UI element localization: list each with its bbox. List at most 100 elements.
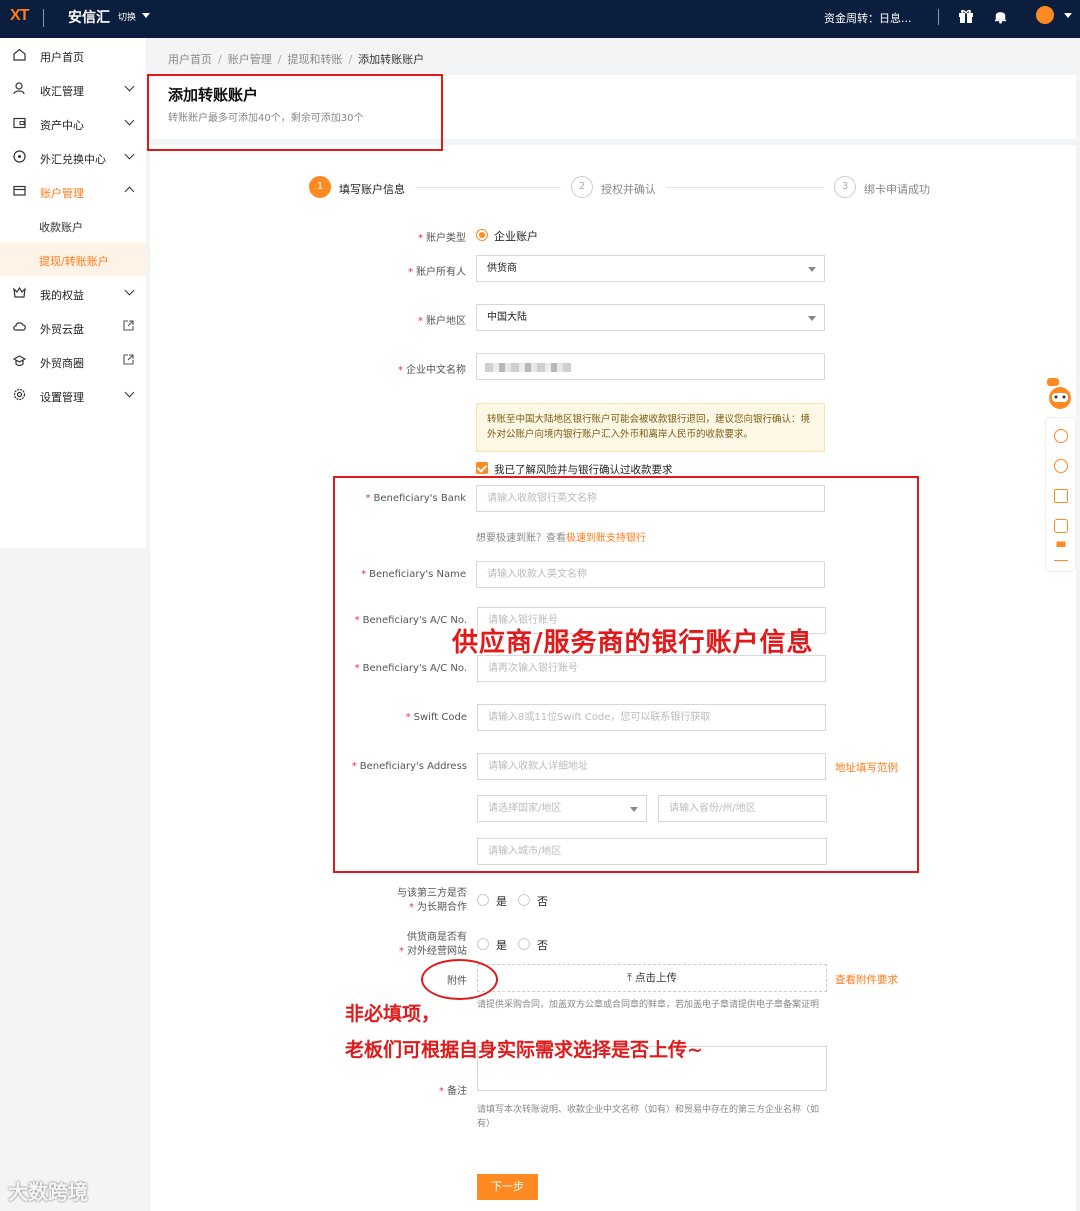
sidebar-subitem-transfer-account[interactable]: 提现/转账账户 [0,242,146,276]
risk-notice: 转账至中国大陆地区银行账户可能会被收款银行退回，建议您向银行确认：境外对公账户向… [476,403,825,452]
breadcrumb-withdraw-transfer[interactable]: 提现和转账 [287,53,342,66]
exchange-icon [13,150,26,163]
step-2-circle: 2 [571,176,593,198]
sidebar-item-business-circle[interactable]: 外贸商圈 [0,344,146,378]
next-button[interactable]: 下一步 [477,1174,538,1200]
long-term-no-radio[interactable] [518,894,530,906]
sidebar-item-settings[interactable]: 设置管理 [0,378,146,412]
long-term-yes-radio[interactable] [477,894,489,906]
account-type-radio[interactable] [476,229,488,241]
sidebar: 用户首页 收汇管理 资产中心 外汇兑换中心 账户管理 收款账户 提现/转账账户 … [0,38,146,548]
chevron-down-icon [124,387,135,398]
brand-name: 安信汇 [68,10,110,26]
chevron-down-icon [124,81,135,92]
sidebar-item-label: 用户首页 [40,51,84,64]
sidebar-item-label: 外贸云盘 [40,323,84,336]
sidebar-item-label: 收汇管理 [40,85,84,98]
bell-icon[interactable] [993,8,1008,24]
upload-button[interactable]: ⤒ 点击上传 [477,964,827,992]
apps-icon[interactable] [1054,489,1068,503]
attachment-hint: 请提供采购合同，加盖双方公章或合同章的鲜章，若加盖电子章请提供电子章备案证明 [477,1000,820,1010]
website-label: 供货商是否有 * 对外经营网站 [399,932,467,957]
breadcrumb: 用户首页 / 账户管理 / 提现和转账 / 添加转账账户 [168,53,425,66]
sidebar-item-label: 账户管理 [40,187,84,200]
step-3-circle: 3 [834,176,856,198]
chevron-up-icon [124,186,135,197]
owner-select[interactable]: 供货商 [476,255,825,282]
sidebar-item-collection[interactable]: 收汇管理 [0,72,146,106]
annotation-optional-text-2: 老板们可根据自身实际需求选择是否上传~ [345,1039,703,1061]
chat-icon[interactable] [1054,519,1068,533]
external-link-icon [123,354,134,365]
logo: XT [10,7,29,24]
sidebar-item-label: 外汇兑换中心 [40,153,106,166]
region-label: * 账户地区 [418,316,466,327]
chevron-down-icon[interactable] [1064,13,1072,18]
sidebar-item-assets[interactable]: 资产中心 [0,106,146,140]
switch-button[interactable]: 切换 [118,10,136,23]
breadcrumb-account-management[interactable]: 账户管理 [228,53,272,66]
confirm-checkbox[interactable] [476,462,488,474]
website-no-label: 否 [537,939,548,952]
annotation-box-header [147,74,443,151]
chevron-down-icon[interactable] [142,13,150,18]
account-type-label: * 账户类型 [418,233,466,244]
crown-icon [13,286,26,298]
long-term-yes-label: 是 [496,895,507,908]
long-term-no-label: 否 [537,895,548,908]
confirm-checkbox-label: 我已了解风险并与银行确认过收款要求 [494,464,673,476]
avatar[interactable] [1036,6,1054,24]
step-connector [666,187,824,188]
remark-label: * 备注 [439,1086,467,1097]
step-2-label: 授权并确认 [601,183,656,196]
website-yes-radio[interactable] [477,938,489,950]
chevron-down-icon [808,316,816,321]
sidebar-subitem-receiving-account[interactable]: 收款账户 [0,208,146,242]
sidebar-item-account-management[interactable]: 账户管理 [0,174,146,208]
remark-hint: 请填写本次转账说明、收款企业中文名称（如有）和贸易中存在的第三方企业名称（如有） [477,1105,820,1129]
region-select[interactable]: 中国大陆 [476,304,825,331]
long-term-label: 与该第三方是否 * 为长期合作 [397,888,467,913]
divider [43,9,44,27]
attachment-requirements-link[interactable]: 查看附件要求 [835,972,898,987]
gift-icon[interactable] [958,8,974,24]
sidebar-item-label: 设置管理 [40,391,84,404]
robot-assistant-icon[interactable] [1045,376,1075,416]
sidebar-item-label: 我的权益 [40,289,84,302]
list-icon[interactable] [1054,547,1068,561]
divider [938,9,939,25]
top-bar: XT 安信汇 切换 资金周转：日息... [0,0,1080,38]
company-name-input[interactable] [476,353,825,380]
user-icon [13,82,25,95]
annotation-box-bank-info [333,476,919,873]
service-icon[interactable] [1054,459,1068,473]
sidebar-item-home[interactable]: 用户首页 [0,38,146,72]
chevron-down-icon [124,115,135,126]
step-1-circle: 1 [309,176,331,198]
company-name-label: * 企业中文名称 [398,365,466,376]
home-icon [13,48,26,61]
external-link-icon [123,320,134,331]
website-no-radio[interactable] [518,938,530,950]
redacted-text [485,363,571,372]
funds-link[interactable]: 资金周转：日息... [824,10,912,26]
owner-label: * 账户所有人 [408,267,466,278]
upload-icon: ⤒ [627,972,635,984]
annotation-optional-text: 非必填项， [345,1003,441,1025]
sidebar-item-cloud-drive[interactable]: 外贸云盘 [0,310,146,344]
sidebar-item-fx[interactable]: 外汇兑换中心 [0,140,146,174]
annotation-bank-info-text: 供应商/服务商的银行账户信息 [452,628,814,658]
account-type-value: 企业账户 [494,230,538,243]
step-1-label: 填写账户信息 [339,183,405,196]
watermark-logo: 大数跨境 [8,1180,88,1204]
sidebar-item-label: 提现/转账账户 [39,255,109,268]
graduation-icon [13,355,26,367]
breadcrumb-current: 添加转账账户 [358,53,425,66]
floating-toolbar [1045,417,1076,572]
help-icon[interactable] [1054,429,1068,443]
gear-icon [13,388,26,401]
cloud-icon [13,322,26,331]
breadcrumb-home[interactable]: 用户首页 [168,53,212,66]
sidebar-item-benefits[interactable]: 我的权益 [0,276,146,310]
sidebar-item-label: 收款账户 [39,221,83,234]
